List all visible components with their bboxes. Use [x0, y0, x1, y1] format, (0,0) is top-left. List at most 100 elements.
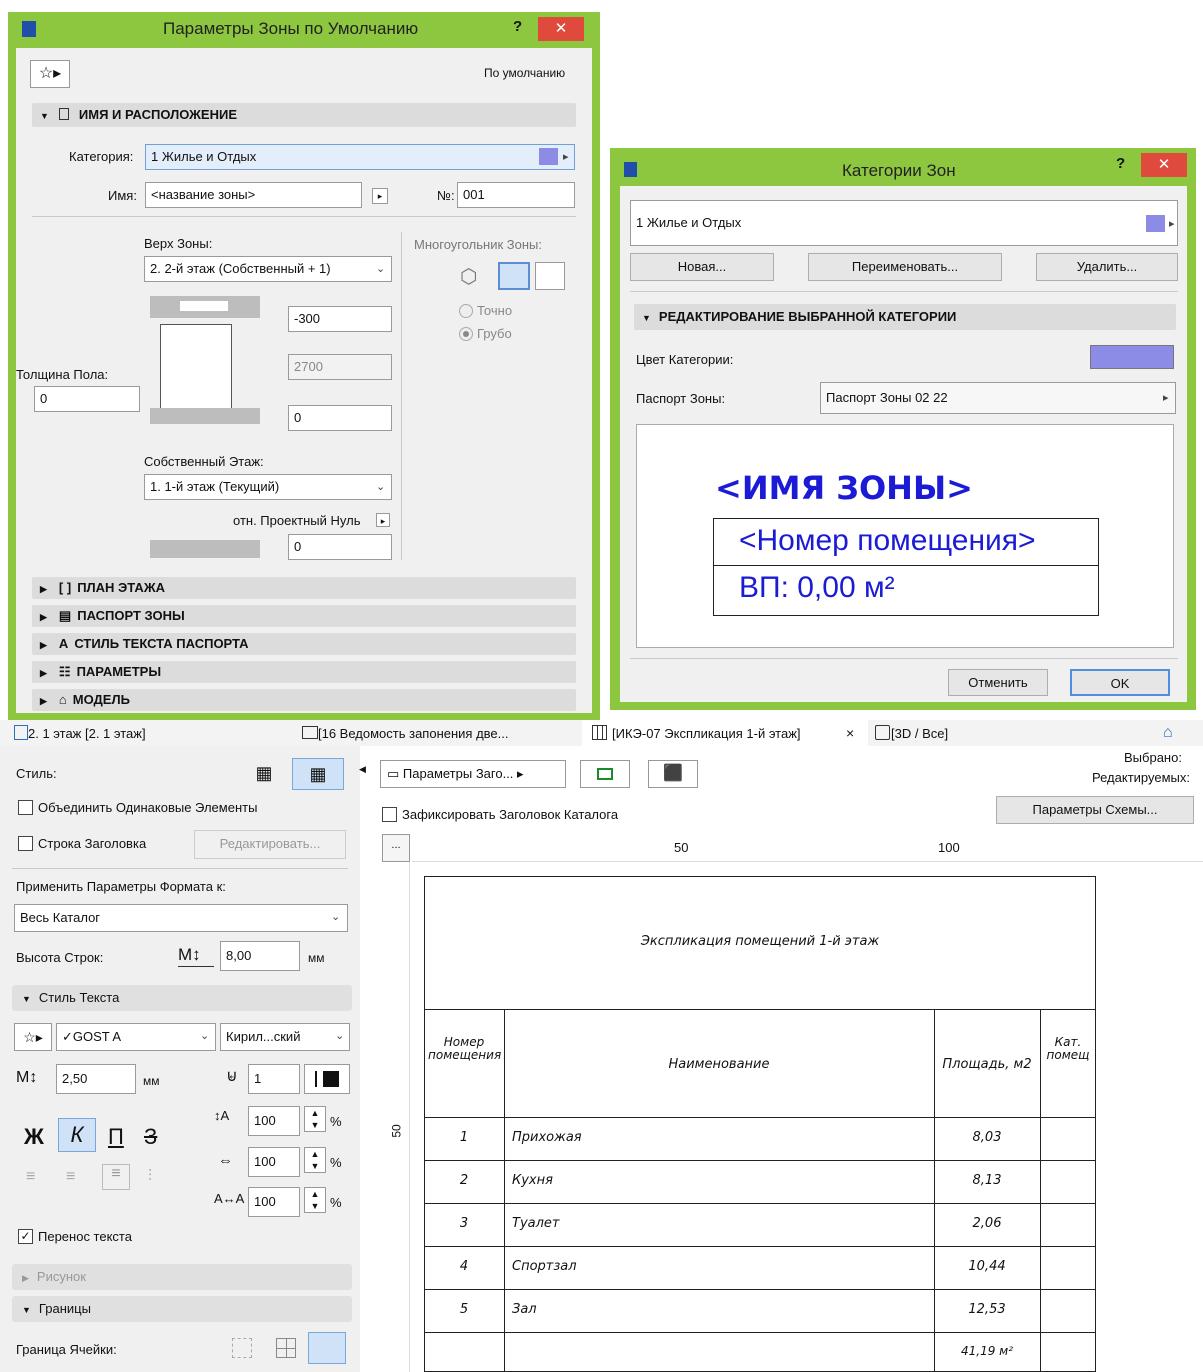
width-factor-input[interactable]: 100: [248, 1147, 300, 1177]
home-story-select[interactable]: 1. 1-й этаж (Текущий): [144, 474, 392, 500]
border-all-icon[interactable]: [308, 1332, 346, 1364]
parameters-icon: ☷: [58, 664, 71, 679]
pen-input[interactable]: 1: [248, 1064, 300, 1094]
style-grid-icon[interactable]: ▦: [292, 758, 344, 790]
section-parameters[interactable]: ▶ ☷ ПАРАМЕТРЫ: [32, 661, 576, 683]
exact-radio[interactable]: [459, 304, 473, 318]
help-button[interactable]: ?: [513, 18, 522, 35]
floor-thickness-input[interactable]: 0: [34, 386, 140, 412]
section-picture[interactable]: ▶ Рисунок: [12, 1264, 352, 1290]
edit-header-button[interactable]: Редактировать...: [194, 830, 346, 859]
row-height-input[interactable]: 8,00: [220, 941, 300, 971]
charset-select[interactable]: Кирил...ский: [220, 1023, 350, 1051]
wrap-text-checkbox[interactable]: ✓: [18, 1229, 33, 1244]
polygon-rect-icon[interactable]: [498, 262, 530, 290]
width-factor-icon: ⇔: [218, 1152, 233, 1169]
header-params-button[interactable]: ▭ Параметры Заго... ▸: [380, 760, 566, 788]
close-button[interactable]: ✕: [538, 17, 584, 41]
project-zero-input[interactable]: 0: [288, 534, 392, 560]
bold-button[interactable]: Ж: [24, 1124, 44, 1150]
ruler-corner-button[interactable]: ...: [382, 834, 410, 862]
floor-plan-icon: [ ]: [58, 580, 72, 595]
line-spacing-icon: ↕A: [214, 1108, 230, 1123]
floor-thickness-label: Толщина Пола:: [16, 367, 109, 382]
section-text-style[interactable]: ▼ Стиль Текста: [12, 985, 352, 1011]
panel-collapse-arrow[interactable]: ◀: [359, 764, 366, 775]
char-spacing-stepper[interactable]: ▲ ▼: [304, 1187, 326, 1213]
strikethrough-button[interactable]: З: [144, 1124, 157, 1150]
align-justify-icon[interactable]: ⫶: [148, 1168, 152, 1186]
section-zone-stamp[interactable]: ▶ ▤ ПАСПОРТ ЗОНЫ: [32, 605, 576, 627]
polygon-inner-icon[interactable]: [535, 262, 565, 290]
name-menu-button[interactable]: ▸: [372, 188, 388, 204]
tab-3d[interactable]: [3D / Все]: [891, 726, 948, 741]
align-left-icon[interactable]: ≡: [26, 1168, 35, 1186]
category-color-button[interactable]: [1090, 345, 1174, 369]
top-offset-input[interactable]: -300: [288, 306, 392, 332]
ok-button[interactable]: OK: [1070, 669, 1170, 696]
category-list-select[interactable]: 1 Жилье и Отдых: [630, 200, 1178, 246]
tab-room-schedule[interactable]: [ИКЭ-07 Экспликация 1-й этаж]: [612, 726, 801, 741]
apply-format-label: Применить Параметры Формата к:: [16, 879, 226, 894]
divider: [630, 291, 1178, 292]
line-spacing-stepper[interactable]: ▲ ▼: [304, 1106, 326, 1132]
zone-name-input[interactable]: <название зоны>: [145, 182, 362, 208]
underline-button[interactable]: П: [108, 1124, 124, 1150]
tab-floor-plan[interactable]: 2. 1 этаж [2. 1 этаж]: [28, 726, 146, 741]
border-none-icon[interactable]: [232, 1338, 252, 1358]
align-right-icon[interactable]: ≡: [102, 1164, 130, 1190]
section-borders[interactable]: ▼ Границы: [12, 1296, 352, 1322]
pen-color-button[interactable]: [304, 1064, 350, 1094]
rough-radio[interactable]: [459, 327, 473, 341]
header-row-checkbox[interactable]: [18, 836, 33, 851]
style-label: Стиль:: [16, 766, 57, 781]
select-cells-button[interactable]: [580, 760, 630, 788]
cancel-button[interactable]: Отменить: [948, 669, 1048, 696]
section-edit-category[interactable]: ▼ РЕДАКТИРОВАНИЕ ВЫБРАННОЙ КАТЕГОРИИ: [634, 304, 1176, 330]
bottom-offset-input[interactable]: 0: [288, 405, 392, 431]
home-story-label: Собственный Этаж:: [144, 454, 264, 469]
top-zone-label: Верх Зоны:: [144, 236, 213, 251]
section-name-position[interactable]: ▼ ИМЯ И РАСПОЛОЖЕНИЕ: [32, 103, 576, 127]
scheme-params-button[interactable]: Параметры Схемы...: [996, 796, 1194, 824]
line-spacing-input[interactable]: 100: [248, 1106, 300, 1136]
align-center-icon[interactable]: ≡: [66, 1168, 75, 1186]
char-spacing-input[interactable]: 100: [248, 1187, 300, 1217]
select-elements-button[interactable]: ⬛: [648, 760, 698, 788]
tab-door-schedule[interactable]: [16 Ведомость запонения две...: [318, 726, 509, 741]
row-2-area: 8,13: [972, 1173, 1002, 1188]
section-floor-plan[interactable]: ▶[ ] ПЛАН ЭТАЖА: [32, 577, 576, 599]
row-height-label: Высота Строк:: [16, 950, 104, 965]
schedule-frame: [424, 876, 1096, 1372]
favorites-button[interactable]: ☆▸: [30, 60, 70, 88]
zone-number-input[interactable]: 001: [457, 182, 575, 208]
apply-format-select[interactable]: Весь Каталог: [14, 904, 348, 932]
font-size-input[interactable]: 2,50: [56, 1064, 136, 1094]
italic-button[interactable]: К: [58, 1118, 96, 1152]
delete-category-button[interactable]: Удалить...: [1036, 253, 1178, 281]
close-button[interactable]: ✕: [1141, 153, 1187, 177]
section-stamp-text-style[interactable]: ▶ A СТИЛЬ ТЕКСТА ПАСПОРТА: [32, 633, 576, 655]
merge-label: Объединить Одинаковые Элементы: [38, 800, 258, 815]
text-style-icon: A: [58, 636, 69, 651]
style-plain-icon[interactable]: ▦: [248, 760, 280, 788]
merge-checkbox[interactable]: [18, 800, 33, 815]
zone-stamp-select[interactable]: Паспорт Зоны 02 22: [820, 382, 1176, 414]
top-zone-select[interactable]: 2. 2-й этаж (Собственный + 1): [144, 256, 392, 282]
triangle-down-icon: ▼: [40, 111, 49, 121]
width-factor-stepper[interactable]: ▲ ▼: [304, 1147, 326, 1173]
font-select[interactable]: ✓GOST A: [56, 1023, 216, 1051]
border-inner-icon[interactable]: [276, 1338, 296, 1358]
new-category-button[interactable]: Новая...: [630, 253, 774, 281]
tab-close-button[interactable]: ×: [846, 725, 854, 741]
rename-category-button[interactable]: Переименовать...: [808, 253, 1002, 281]
polygon-manual-icon[interactable]: ⬡: [460, 264, 490, 290]
font-favorites-button[interactable]: ☆▸: [14, 1023, 52, 1051]
freeze-header-checkbox[interactable]: [382, 807, 397, 822]
section-model[interactable]: ▶ ⌂ МОДЕЛЬ: [32, 689, 576, 711]
horizontal-ruler: 50 100: [412, 834, 1203, 862]
category-select[interactable]: 1 Жилье и Отдых: [145, 144, 575, 170]
zero-menu-button[interactable]: ▸: [376, 513, 390, 527]
navigator-icon[interactable]: ⌂: [1163, 724, 1191, 742]
help-button[interactable]: ?: [1116, 155, 1125, 172]
